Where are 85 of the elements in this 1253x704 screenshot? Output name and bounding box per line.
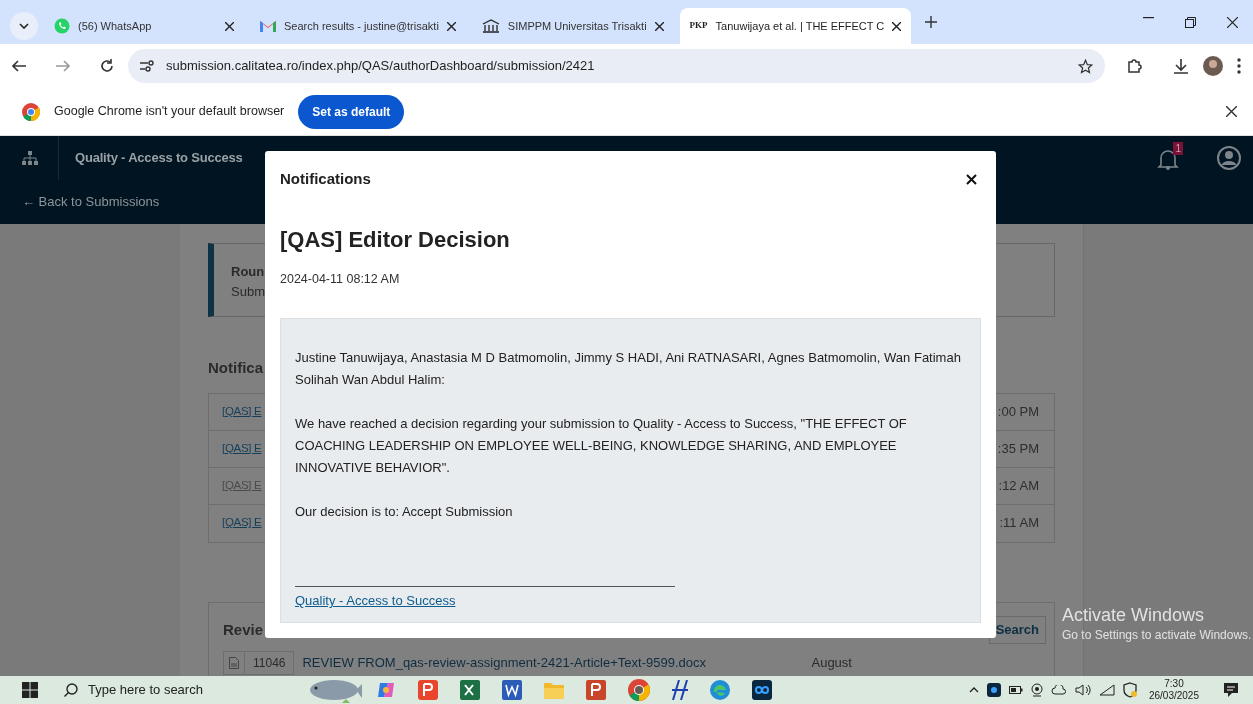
notification-center-icon[interactable] (1223, 682, 1239, 698)
close-icon[interactable] (1226, 16, 1238, 28)
minimize-icon[interactable] (1142, 16, 1154, 19)
notification-title: [QAS] Editor Decision (280, 226, 511, 254)
dialog-header: Notifications (280, 170, 371, 188)
cloud-icon[interactable] (1050, 685, 1067, 695)
wifi-icon[interactable] (1098, 684, 1115, 696)
pdf-app-icon[interactable] (418, 680, 438, 700)
close-icon[interactable] (1226, 106, 1237, 117)
speaker-icon[interactable] (1074, 684, 1091, 696)
copilot-icon[interactable] (376, 680, 396, 700)
notification-date: 2024-04-11 08:12 AM (280, 271, 401, 288)
file-name-link[interactable]: REVIEW FROM_qas-review-assignment-2421-Article+Text-9599.docx (302, 652, 812, 673)
back-icon[interactable] (12, 60, 26, 72)
forward-icon[interactable] (56, 60, 70, 72)
close-icon[interactable] (654, 21, 664, 31)
battery-icon[interactable] (1008, 685, 1023, 695)
notification-time: :12 AM (998, 476, 1039, 495)
mail-icon (260, 20, 276, 32)
chat-bubble-icon (54, 18, 70, 34)
chevron-down-icon (19, 23, 29, 29)
notifications-heading: Notifica (208, 358, 264, 378)
document-app-icon[interactable] (502, 680, 522, 700)
review-heading: Revie (223, 619, 265, 640)
slash-app-icon[interactable] (672, 680, 688, 700)
close-icon (966, 174, 977, 186)
edge-browser-icon[interactable] (710, 680, 730, 700)
close-icon[interactable] (446, 21, 456, 31)
tab-title[interactable]: (56) WhatsApp (78, 17, 217, 35)
extensions-icon[interactable] (1127, 58, 1143, 74)
file-id: 11046 (245, 650, 295, 675)
back-link[interactable]: ← Back to Submissions (0, 192, 160, 212)
close-icon[interactable] (225, 21, 234, 31)
round-status: Subm (231, 282, 265, 301)
tab-title[interactable]: Tanuwijaya et al. | THE EFFECT C (715, 17, 885, 35)
site-settings-icon[interactable] (140, 60, 154, 72)
meet-app-icon[interactable] (986, 683, 1001, 697)
security-shield-icon[interactable] (1122, 682, 1137, 698)
notification-time: :11 AM (999, 514, 1039, 533)
chevron-up-icon[interactable] (968, 687, 979, 693)
spreadsheet-app-icon[interactable] (460, 680, 480, 700)
download-icon[interactable] (1173, 58, 1189, 74)
message-paragraph: Justine Tanuwijaya, Anastasia M D Batmomolin, Jimmy S HADI, Ani RATNASARI, Agnes Batmomolin, Wan Fatimah Solihah Wan Abdul Halim: (295, 348, 962, 389)
browser-tab[interactable]: PKP Tanuwijaya et al. | THE EFFECT C (679, 8, 912, 44)
taskbar-search-field[interactable]: Type here to search (52, 676, 362, 704)
user-avatar-icon[interactable] (1217, 146, 1241, 170)
webcam-icon[interactable] (1030, 683, 1043, 697)
browser-tab[interactable]: Search results - justine@trisakti (250, 8, 466, 44)
notification-time: :35 PM (997, 439, 1039, 458)
sitemap-icon[interactable] (22, 151, 38, 165)
reload-icon[interactable] (100, 59, 114, 73)
address-bar[interactable]: submission.calitatea.ro/index.php/QAS/authorDashboard/submission/2421 (128, 49, 1105, 83)
new-tab-icon[interactable] (925, 16, 938, 28)
bookmark-star-icon[interactable] (1078, 58, 1093, 74)
browser-tab[interactable]: SIMPPM Universitas Trisakti (471, 8, 674, 44)
browser-app-icon[interactable] (628, 679, 650, 701)
building-icon (481, 19, 500, 33)
activation-notice-text: Go to Settings to activate Windows. (1062, 627, 1252, 644)
journal-title[interactable]: Quality - Access to Success (58, 136, 243, 180)
activation-notice-title: Activate Windows (1062, 604, 1206, 626)
round-heading: Roun (231, 263, 265, 281)
clock-date[interactable]: 26/03/2025 (1148, 690, 1199, 702)
file-date: August (811, 653, 852, 672)
browser-tab[interactable]: (56) WhatsApp (44, 8, 244, 44)
tab-search-button[interactable] (10, 12, 38, 40)
profile-avatar-icon[interactable] (1203, 56, 1223, 76)
menu-icon[interactable] (1237, 58, 1241, 74)
presentation-app-icon[interactable] (586, 680, 606, 700)
file-icon (223, 650, 245, 675)
tab-title[interactable]: Search results - justine@trisakti (284, 17, 439, 35)
close-icon[interactable] (892, 21, 902, 31)
message-paragraph: We have reached a decision regarding your submission to Quality - Access to Success, "THE EFFECT OF COACHING LEADERSHIP ON EMPLOYEE WELL-BEING, KNOWLEDGE SHARING, AND EMPLOYEE INNOVATIVE BEHAVIOR". (295, 414, 908, 477)
journal-link[interactable]: Quality - Access to Success (295, 590, 456, 612)
notification-time: :00 PM (997, 402, 1039, 421)
favicon-text: PKP (689, 19, 708, 33)
browser-logo-icon (22, 102, 40, 121)
start-icon[interactable] (22, 682, 38, 698)
default-browser-message: Google Chrome isn't your default browser (54, 103, 285, 121)
message-paragraph: Our decision is to: Accept Submission (295, 502, 514, 521)
restore-icon[interactable] (1184, 16, 1196, 28)
infinity-app-icon[interactable] (752, 680, 772, 700)
set-default-button[interactable]: Set as default (298, 94, 405, 129)
tab-title[interactable]: SIMPPM Universitas Trisakti (507, 17, 647, 35)
clock-time[interactable]: 7:30 (1148, 678, 1199, 690)
search-icon (64, 683, 78, 697)
